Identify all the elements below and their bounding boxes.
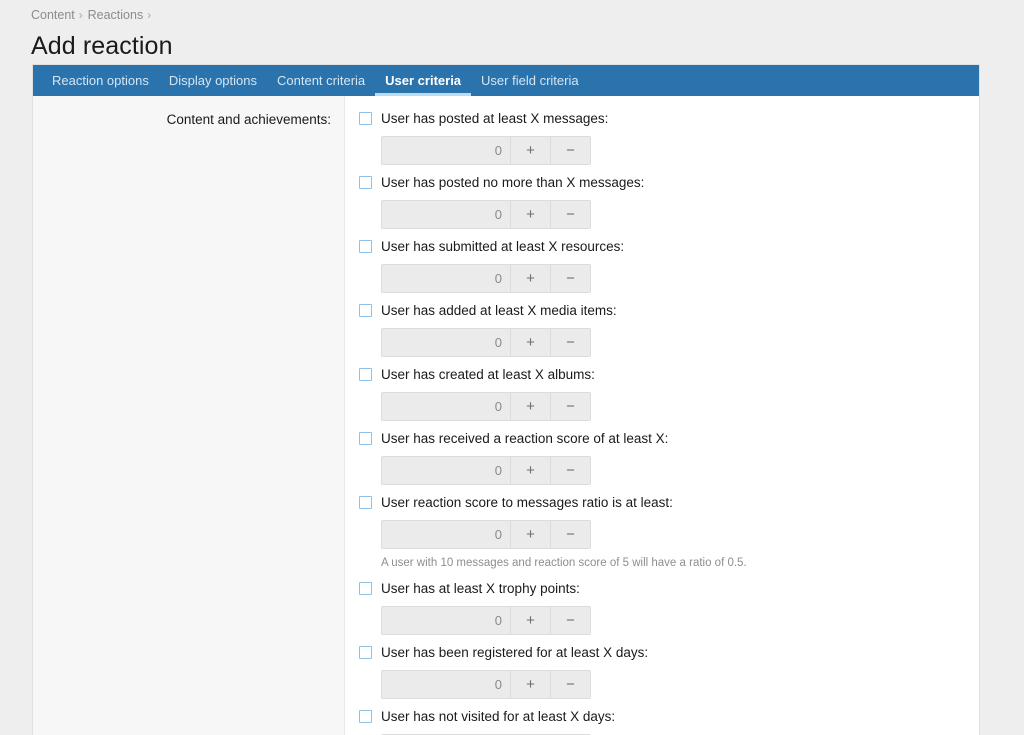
form-field-column: User has posted at least X messages:+−Us…: [345, 96, 979, 735]
stepper-decrement-button[interactable]: −: [550, 137, 590, 164]
criterion-value-input[interactable]: [382, 393, 510, 420]
tab-bar: Reaction optionsDisplay optionsContent c…: [33, 65, 979, 96]
criterion-stepper: +−: [381, 200, 591, 229]
criterion-value-input[interactable]: [382, 457, 510, 484]
tab-user-field-criteria[interactable]: User field criteria: [471, 65, 589, 96]
stepper-increment-button[interactable]: +: [510, 671, 550, 698]
breadcrumb-item-reactions[interactable]: Reactions: [88, 8, 144, 22]
stepper-decrement-button[interactable]: −: [550, 329, 590, 356]
stepper-increment-button[interactable]: +: [510, 137, 550, 164]
criterion-stepper: +−: [381, 670, 591, 699]
criterion-row: User has created at least X albums: +−: [359, 364, 979, 421]
stepper-decrement-button[interactable]: −: [550, 671, 590, 698]
criterion-header: User has posted no more than X messages:: [359, 172, 979, 193]
criterion-checkbox[interactable]: [359, 368, 372, 381]
form-label-column: Content and achievements:: [33, 96, 345, 735]
criterion-checkbox[interactable]: [359, 496, 372, 509]
criterion-label[interactable]: User has been registered for at least X …: [381, 644, 648, 662]
stepper-decrement-button[interactable]: −: [550, 265, 590, 292]
criterion-value-input[interactable]: [382, 607, 510, 634]
stepper-increment-button[interactable]: +: [510, 265, 550, 292]
criterion-checkbox[interactable]: [359, 112, 372, 125]
criterion-row: User has posted no more than X messages:…: [359, 172, 979, 229]
criterion-row: User has submitted at least X resources:…: [359, 236, 979, 293]
criterion-value-input[interactable]: [382, 265, 510, 292]
criterion-row: User has received a reaction score of at…: [359, 428, 979, 485]
criterion-checkbox[interactable]: [359, 240, 372, 253]
criterion-value-input[interactable]: [382, 671, 510, 698]
criterion-value-input[interactable]: [382, 201, 510, 228]
criterion-row: User has at least X trophy points: +−: [359, 578, 979, 635]
tab-reaction-options[interactable]: Reaction options: [42, 65, 159, 96]
criterion-label[interactable]: User has created at least X albums:: [381, 366, 595, 384]
criterion-header: User has at least X trophy points:: [359, 578, 979, 599]
form-body: Content and achievements: User has poste…: [33, 96, 979, 735]
criterion-checkbox[interactable]: [359, 304, 372, 317]
criterion-stepper: +−: [381, 392, 591, 421]
criterion-header: User has been registered for at least X …: [359, 642, 979, 663]
criterion-value-input[interactable]: [382, 137, 510, 164]
criterion-row: User has not visited for at least X days…: [359, 706, 979, 735]
criterion-stepper: +−: [381, 456, 591, 485]
criterion-checkbox[interactable]: [359, 176, 372, 189]
criterion-label[interactable]: User has received a reaction score of at…: [381, 430, 668, 448]
tab-content-criteria[interactable]: Content criteria: [267, 65, 375, 96]
criterion-label[interactable]: User has posted at least X messages:: [381, 110, 608, 128]
stepper-increment-button[interactable]: +: [510, 521, 550, 548]
criterion-value-input[interactable]: [382, 329, 510, 356]
criterion-checkbox[interactable]: [359, 710, 372, 723]
criterion-value-input[interactable]: [382, 521, 510, 548]
criterion-row: User has been registered for at least X …: [359, 642, 979, 699]
criterion-stepper: +−: [381, 606, 591, 635]
page-title: Add reaction: [31, 31, 1024, 61]
stepper-decrement-button[interactable]: −: [550, 521, 590, 548]
stepper-increment-button[interactable]: +: [510, 607, 550, 634]
stepper-decrement-button[interactable]: −: [550, 393, 590, 420]
criterion-header: User has created at least X albums:: [359, 364, 979, 385]
stepper-decrement-button[interactable]: −: [550, 607, 590, 634]
stepper-increment-button[interactable]: +: [510, 201, 550, 228]
criterion-row: User has posted at least X messages: +−: [359, 108, 979, 165]
criterion-label[interactable]: User reaction score to messages ratio is…: [381, 494, 673, 512]
stepper-increment-button[interactable]: +: [510, 393, 550, 420]
criterion-label[interactable]: User has not visited for at least X days…: [381, 708, 615, 726]
criterion-row: User reaction score to messages ratio is…: [359, 492, 979, 571]
tab-display-options[interactable]: Display options: [159, 65, 267, 96]
breadcrumb-item-content[interactable]: Content: [31, 8, 75, 22]
criterion-header: User has received a reaction score of at…: [359, 428, 979, 449]
criterion-header: User has not visited for at least X days…: [359, 706, 979, 727]
content-card: Reaction optionsDisplay optionsContent c…: [32, 64, 980, 735]
criterion-stepper: +−: [381, 264, 591, 293]
criterion-checkbox[interactable]: [359, 432, 372, 445]
criterion-label[interactable]: User has submitted at least X resources:: [381, 238, 624, 256]
criterion-hint-text: A user with 10 messages and reaction sco…: [381, 555, 979, 571]
breadcrumb-separator-icon: ›: [79, 10, 83, 22]
criterion-stepper: +−: [381, 520, 591, 549]
criterion-row: User has added at least X media items: +−: [359, 300, 979, 357]
criterion-stepper: +−: [381, 136, 591, 165]
stepper-increment-button[interactable]: +: [510, 457, 550, 484]
criterion-header: User has submitted at least X resources:: [359, 236, 979, 257]
stepper-decrement-button[interactable]: −: [550, 457, 590, 484]
criterion-stepper: +−: [381, 328, 591, 357]
criterion-header: User has added at least X media items:: [359, 300, 979, 321]
criterion-label[interactable]: User has posted no more than X messages:: [381, 174, 644, 192]
criterion-label[interactable]: User has at least X trophy points:: [381, 580, 580, 598]
breadcrumb: Content›Reactions›: [0, 0, 1024, 24]
criterion-label[interactable]: User has added at least X media items:: [381, 302, 617, 320]
criterion-checkbox[interactable]: [359, 646, 372, 659]
stepper-increment-button[interactable]: +: [510, 329, 550, 356]
breadcrumb-separator-icon: ›: [147, 10, 151, 22]
section-label: Content and achievements:: [33, 106, 344, 129]
criterion-header: User reaction score to messages ratio is…: [359, 492, 979, 513]
stepper-decrement-button[interactable]: −: [550, 201, 590, 228]
tab-user-criteria[interactable]: User criteria: [375, 65, 471, 96]
criterion-header: User has posted at least X messages:: [359, 108, 979, 129]
criterion-checkbox[interactable]: [359, 582, 372, 595]
